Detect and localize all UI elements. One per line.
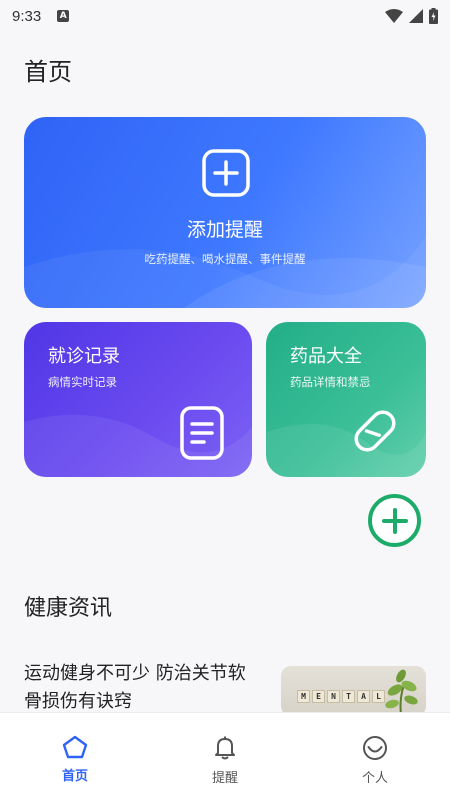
tab-home-label: 首页	[61, 769, 88, 784]
word-tiles: M E N T A L	[297, 690, 385, 703]
add-reminder-subtitle: 吃药提醒、喝水提醒、事件提醒	[144, 252, 306, 266]
status-bar: 9:33 A	[0, 0, 450, 32]
tab-reminder[interactable]: 提醒	[150, 713, 300, 800]
home-icon	[62, 735, 88, 759]
wifi-icon	[385, 9, 403, 23]
tile: A	[357, 690, 370, 703]
visit-record-card[interactable]: 就诊记录 病情实时记录	[24, 322, 252, 477]
battery-charging-icon	[429, 8, 438, 24]
smile-icon	[363, 736, 387, 760]
news-item-title: 运动健身不可少 防治关节软骨损伤有诀窍	[24, 663, 246, 712]
tab-home[interactable]: 首页	[0, 713, 150, 800]
plant-leaf-icon	[385, 669, 418, 715]
bell-icon	[215, 736, 235, 760]
status-icons	[385, 8, 438, 24]
add-reminder-card[interactable]: 添加提醒 吃药提醒、喝水提醒、事件提醒	[24, 117, 426, 308]
floating-add-button[interactable]	[368, 494, 421, 547]
bottom-tab-bar: 首页 提醒 个人	[0, 712, 450, 800]
document-icon	[180, 406, 224, 460]
tile: L	[372, 690, 385, 703]
status-time: 9:33	[12, 7, 42, 25]
medicine-guide-card[interactable]: 药品大全 药品详情和禁忌	[266, 322, 426, 477]
add-reminder-title: 添加提醒	[186, 219, 263, 241]
tile: N	[327, 690, 340, 703]
tab-profile[interactable]: 个人	[300, 713, 450, 800]
add-square-icon	[202, 149, 250, 197]
medicine-guide-title: 药品大全	[290, 346, 362, 367]
health-news-section-title: 健康资讯	[24, 596, 113, 621]
page-title: 首页	[24, 58, 72, 86]
plus-icon	[381, 507, 408, 534]
tab-reminder-label: 提醒	[211, 771, 238, 786]
tile: E	[312, 690, 325, 703]
tile: M	[297, 690, 310, 703]
news-list-item[interactable]: 运动健身不可少 防治关节软骨损伤有诀窍 M E N T A L	[0, 650, 450, 716]
news-item-thumbnail: M E N T A L	[281, 666, 426, 716]
cellular-signal-icon	[409, 9, 423, 23]
card-background-wave	[24, 237, 426, 308]
notification-badge-icon: A	[57, 10, 70, 22]
visit-record-title: 就诊记录	[48, 346, 120, 367]
tile: T	[342, 690, 355, 703]
pill-capsule-icon	[354, 410, 396, 452]
medicine-guide-subtitle: 药品详情和禁忌	[290, 375, 371, 389]
visit-record-subtitle: 病情实时记录	[48, 375, 117, 389]
tab-profile-label: 个人	[361, 771, 388, 786]
